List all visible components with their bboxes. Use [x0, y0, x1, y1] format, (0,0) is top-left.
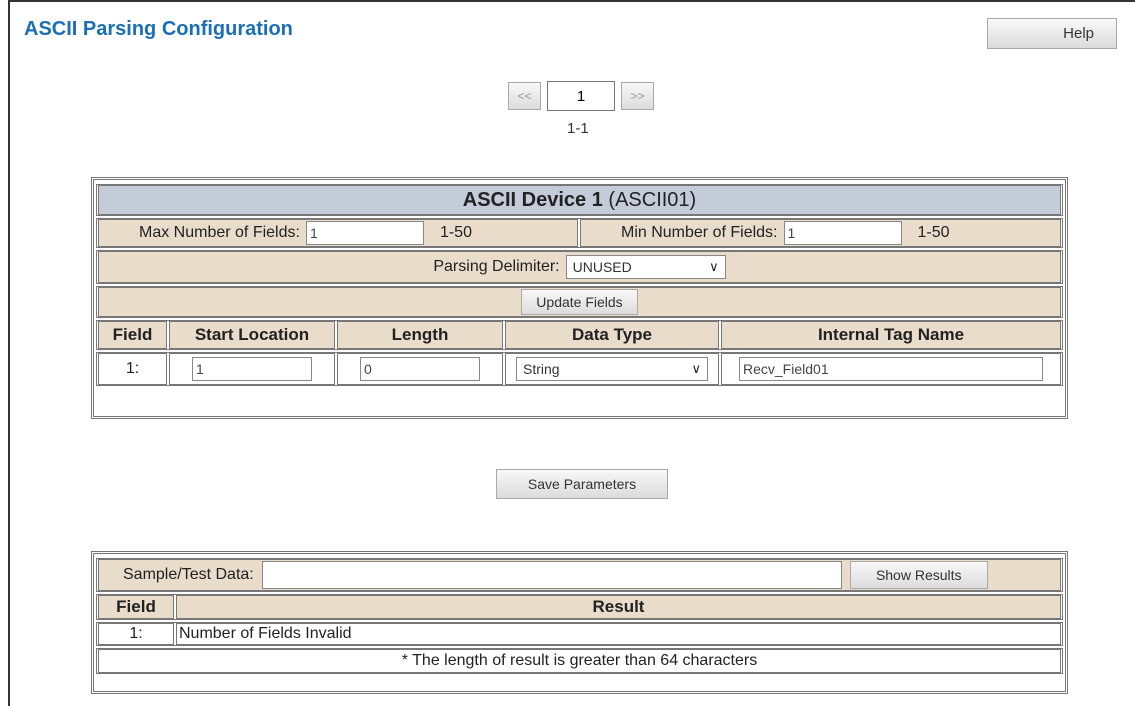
length-cell [337, 353, 503, 385]
update-cell: Update Fields [98, 287, 1061, 317]
result-col-field: Field [98, 595, 174, 619]
show-results-button[interactable]: Show Results [849, 561, 988, 589]
max-fields-range: 1-50 [439, 224, 472, 241]
device-header: ASCII Device 1 (ASCII01) [98, 185, 1061, 215]
start-cell [169, 353, 335, 385]
data-type-select[interactable]: String ∨ [516, 357, 708, 381]
pager: << >> [508, 81, 654, 111]
page-title: ASCII Parsing Configuration [24, 18, 293, 40]
start-location-input[interactable] [192, 357, 312, 381]
device-id: (ASCII01) [608, 188, 697, 211]
test-data-input[interactable] [261, 561, 842, 589]
col-header-tag: Internal Tag Name [721, 321, 1061, 349]
col-header-length: Length [337, 321, 503, 349]
delimiter-cell: Parsing Delimiter: UNUSED ∨ [98, 251, 1061, 283]
tag-cell [721, 353, 1061, 385]
note-row: * The length of result is greater than 6… [96, 648, 1063, 674]
device-config-panel: ASCII Device 1 (ASCII01) Max Number of F… [91, 177, 1068, 419]
max-fields-label: Max Number of Fields: [139, 224, 300, 241]
col-header-field: Field [98, 321, 167, 349]
min-fields-input[interactable] [783, 221, 902, 245]
update-row: Update Fields [96, 286, 1063, 318]
device-name: ASCII Device 1 [462, 188, 603, 211]
prev-page-button[interactable]: << [508, 82, 541, 110]
col-header-data-type: Data Type [505, 321, 719, 349]
page-range: 1-1 [567, 120, 589, 137]
help-button[interactable]: Help [987, 18, 1117, 49]
delimiter-row: Parsing Delimiter: UNUSED ∨ [96, 250, 1063, 284]
test-data-label: Sample/Test Data: [123, 566, 254, 583]
length-input[interactable] [360, 357, 480, 381]
tag-name-input[interactable] [739, 357, 1043, 381]
min-fields-cell: Min Number of Fields: 1-50 [580, 219, 1061, 247]
min-fields-label: Min Number of Fields: [621, 224, 778, 241]
max-fields-input[interactable] [305, 221, 424, 245]
save-parameters-button[interactable]: Save Parameters [496, 469, 668, 499]
data-type-cell: String ∨ [505, 353, 719, 385]
test-panel: Sample/Test Data: Show Results Field Res… [91, 551, 1068, 694]
device-header-row: ASCII Device 1 (ASCII01) [96, 184, 1063, 216]
chevron-down-icon: ∨ [691, 361, 701, 376]
result-text: Number of Fields Invalid [176, 623, 1061, 645]
table-row: 1: String ∨ [96, 352, 1063, 386]
delimiter-select[interactable]: UNUSED ∨ [565, 255, 726, 279]
result-field: 1: [98, 623, 174, 645]
field-number: 1: [98, 353, 167, 385]
min-fields-range: 1-50 [917, 224, 950, 241]
data-type-value: String [523, 361, 560, 377]
result-header-row: Field Result [96, 594, 1063, 620]
chevron-down-icon: ∨ [709, 259, 719, 274]
delimiter-label: Parsing Delimiter: [433, 258, 560, 275]
test-input-row: Sample/Test Data: Show Results [96, 558, 1063, 592]
result-note: * The length of result is greater than 6… [98, 649, 1061, 673]
update-fields-button[interactable]: Update Fields [521, 289, 638, 315]
max-fields-cell: Max Number of Fields: 1-50 [98, 219, 578, 247]
delimiter-value: UNUSED [572, 259, 632, 275]
field-count-row: Max Number of Fields: 1-50 Min Number of… [96, 218, 1063, 248]
page-number-input[interactable] [547, 81, 615, 111]
test-input-cell: Sample/Test Data: Show Results [98, 559, 1061, 591]
result-col-result: Result [176, 595, 1061, 619]
next-page-button[interactable]: >> [621, 82, 654, 110]
list-item: 1: Number of Fields Invalid [96, 622, 1063, 646]
col-header-start: Start Location [169, 321, 335, 349]
fields-header-row: Field Start Location Length Data Type In… [96, 320, 1063, 350]
